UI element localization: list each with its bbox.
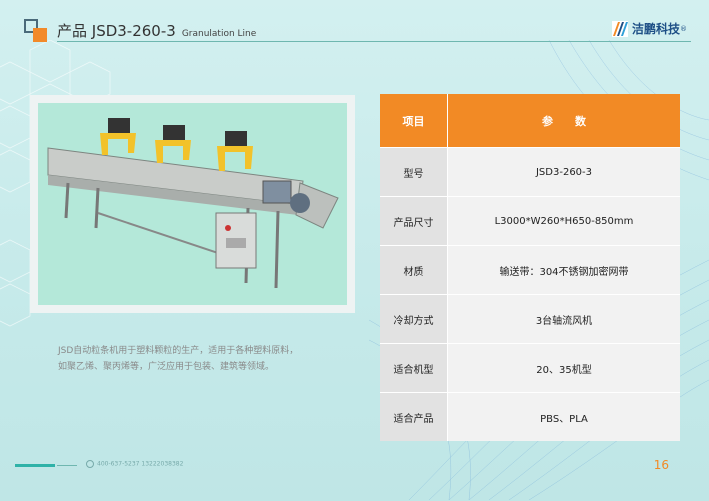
spec-value: 输送带：304不锈钢加密网带: [447, 245, 680, 295]
brand-logo: 洁鹏科技 ®: [611, 20, 687, 37]
page-subtitle: Granulation Line: [181, 29, 257, 39]
brand-registered-mark: ®: [680, 24, 687, 33]
spec-key: 适合产品: [380, 392, 448, 441]
page-number: 16: [653, 458, 669, 472]
spec-key: 型号: [380, 147, 448, 197]
header-logo-mark-icon: [24, 19, 48, 43]
granulation-conveyor-photo: [38, 103, 347, 305]
footer-phone-numbers: 400-637-5237 13222038382: [97, 460, 184, 468]
footer-divider: [57, 465, 77, 466]
page-title-text: 产品 JSD3-260-3: [57, 22, 176, 40]
spec-header-item: 项目: [380, 94, 448, 148]
spec-table-header-row: 项目 参 数: [380, 94, 680, 148]
spec-key: 产品尺寸: [380, 196, 448, 246]
page-title: 产品 JSD3-260-3 Granulation Line: [57, 20, 256, 41]
table-row: 适合产品 PBS、PLA: [380, 392, 680, 441]
spec-key: 冷却方式: [380, 294, 448, 344]
spec-value: PBS、PLA: [447, 392, 680, 441]
spec-key: 适合机型: [380, 343, 448, 393]
table-row: 材质 输送带：304不锈钢加密网带: [380, 245, 680, 295]
brand-stripes-icon: [611, 20, 628, 37]
header-divider: [57, 41, 691, 42]
spec-value: L3000*W260*H650-850mm: [447, 196, 680, 246]
spec-table: 项目 参 数 型号 JSD3-260-3 产品尺寸 L3000*W260*H65…: [380, 94, 680, 441]
spec-value: 3台轴流风机: [447, 294, 680, 344]
spec-header-params: 参 数: [447, 94, 680, 148]
footer-accent-bar: [15, 464, 55, 467]
table-row: 型号 JSD3-260-3: [380, 147, 680, 197]
product-photo-frame: [30, 95, 355, 313]
spec-value: 20、35机型: [447, 343, 680, 393]
brand-name: 洁鹏科技: [631, 22, 680, 36]
table-row: 产品尺寸 L3000*W260*H650-850mm: [380, 196, 680, 246]
spec-key: 材质: [380, 245, 448, 295]
table-row: 适合机型 20、35机型: [380, 343, 680, 393]
table-row: 冷却方式 3台轴流风机: [380, 294, 680, 344]
phone-icon: [86, 460, 94, 468]
product-description: JSD自动粒条机用于塑料颗粒的生产，适用于各种塑料原料，如聚乙烯、聚丙烯等，广泛…: [58, 346, 299, 372]
footer-contact: 400-637-5237 13222038382: [86, 460, 183, 468]
spec-value: JSD3-260-3: [447, 147, 680, 197]
